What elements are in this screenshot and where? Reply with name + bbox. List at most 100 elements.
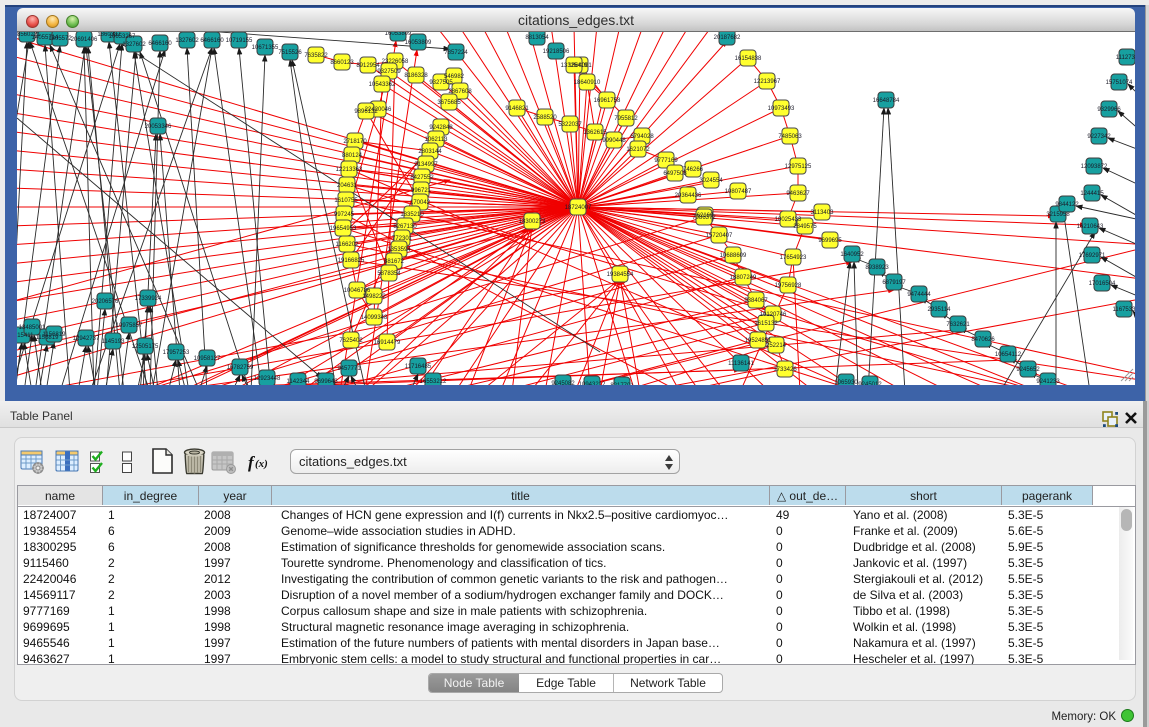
- svg-text:8470626: 8470626: [971, 337, 995, 343]
- svg-text:10543362: 10543362: [369, 82, 396, 88]
- svg-text:(x): (x): [255, 458, 268, 470]
- svg-text:3215958: 3215958: [1046, 212, 1070, 218]
- svg-text:772301: 772301: [392, 236, 413, 242]
- svg-text:7857224: 7857224: [444, 50, 468, 56]
- svg-text:11716485: 11716485: [405, 364, 432, 370]
- svg-text:1615132: 1615132: [754, 321, 778, 327]
- svg-text:9777169: 9777169: [654, 158, 678, 164]
- svg-text:23226058: 23226058: [382, 59, 409, 65]
- svg-text:16210643: 16210643: [1077, 224, 1104, 230]
- svg-text:9242848: 9242848: [429, 125, 453, 131]
- svg-text:2803144: 2803144: [418, 149, 442, 155]
- svg-text:10973493: 10973493: [768, 106, 795, 112]
- svg-text:8217701: 8217701: [610, 383, 634, 385]
- svg-text:17692971: 17692971: [1079, 253, 1106, 259]
- svg-text:19654953: 19654953: [330, 226, 357, 232]
- svg-text:19218506: 19218506: [543, 49, 570, 55]
- svg-text:6879197: 6879197: [882, 280, 906, 286]
- svg-text:3915411: 3915411: [17, 333, 34, 339]
- svg-text:17339924: 17339924: [135, 296, 162, 302]
- svg-text:1112733: 1112733: [1116, 55, 1135, 61]
- svg-text:880124: 880124: [342, 153, 363, 159]
- svg-text:6466160: 6466160: [148, 41, 172, 47]
- svg-text:8938923: 8938923: [865, 265, 889, 271]
- svg-text:1640952: 1640952: [840, 252, 864, 258]
- svg-text:9227342: 9227342: [1087, 134, 1111, 140]
- svg-text:1145193: 1145193: [102, 339, 126, 345]
- svg-text:8813054: 8813054: [525, 35, 549, 41]
- svg-text:18724007: 18724007: [565, 205, 592, 211]
- svg-text:1610755: 1610755: [334, 198, 358, 204]
- svg-text:10025433: 10025433: [775, 217, 802, 223]
- svg-text:1065930: 1065930: [834, 380, 858, 385]
- svg-text:19756928: 19756928: [775, 283, 802, 289]
- svg-text:1327602: 1327602: [175, 38, 199, 44]
- svg-text:9241233: 9241233: [1036, 379, 1060, 385]
- svg-text:19166825: 19166825: [338, 258, 365, 264]
- svg-text:12975125: 12975125: [785, 164, 812, 170]
- svg-text:1166202: 1166202: [336, 242, 360, 248]
- svg-text:18640910: 18640910: [574, 80, 601, 86]
- svg-text:17016504: 17016504: [1089, 281, 1116, 287]
- svg-text:10943212: 10943212: [579, 382, 606, 385]
- svg-text:9457771: 9457771: [337, 366, 361, 372]
- svg-text:7986372: 7986372: [692, 215, 716, 221]
- svg-text:10671355: 10671355: [252, 45, 279, 51]
- svg-text:10120746: 10120746: [760, 312, 787, 318]
- svg-text:2849575: 2849575: [793, 224, 817, 230]
- svg-text:5878354: 5878354: [377, 271, 401, 277]
- svg-text:15751074: 15751074: [1106, 80, 1133, 86]
- svg-text:12213967: 12213967: [754, 79, 781, 85]
- svg-text:1156819: 1156819: [43, 332, 67, 338]
- svg-text:1327602: 1327602: [122, 42, 146, 48]
- svg-text:6466160: 6466160: [200, 38, 224, 44]
- svg-text:10807487: 10807487: [725, 189, 752, 195]
- svg-text:2588520: 2588520: [533, 115, 557, 121]
- svg-text:1805572: 1805572: [48, 36, 72, 42]
- svg-text:9329966: 9329966: [1097, 107, 1121, 113]
- svg-text:10719155: 10719155: [226, 38, 253, 44]
- svg-text:10653267: 10653267: [109, 34, 136, 40]
- svg-text:20691406: 20691406: [71, 37, 98, 43]
- svg-text:8186328: 8186328: [404, 73, 428, 79]
- svg-text:546982: 546982: [444, 74, 465, 80]
- svg-text:10975857: 10975857: [116, 323, 143, 329]
- svg-text:1733426: 1733426: [773, 367, 797, 373]
- svg-text:20206576: 20206576: [92, 299, 119, 305]
- svg-text:16782759: 16782759: [227, 365, 254, 371]
- svg-text:9844122: 9844122: [1055, 202, 1079, 208]
- svg-text:9134997: 9134997: [414, 162, 438, 168]
- svg-text:14099348: 14099348: [361, 315, 388, 321]
- svg-text:9474444: 9474444: [907, 292, 931, 298]
- svg-text:9699695: 9699695: [818, 238, 842, 244]
- svg-text:15720407: 15720407: [706, 233, 733, 239]
- svg-text:2935114: 2935114: [928, 307, 952, 313]
- svg-text:12942737: 12942737: [73, 336, 100, 342]
- svg-text:2718170: 2718170: [343, 139, 367, 145]
- svg-text:9327509: 9327509: [377, 69, 401, 75]
- svg-text:20187682: 20187682: [714, 35, 741, 41]
- svg-text:5322037: 5322037: [558, 122, 582, 128]
- svg-text:204631: 204631: [337, 183, 358, 189]
- svg-text:1835210: 1835210: [400, 212, 424, 218]
- svg-text:6794028: 6794028: [630, 134, 654, 140]
- svg-text:9245652: 9245652: [1016, 367, 1040, 373]
- svg-text:10958127: 10958127: [194, 356, 221, 362]
- svg-text:11136141: 11136141: [728, 361, 754, 367]
- svg-text:7485063: 7485063: [778, 134, 802, 140]
- svg-text:996721: 996721: [411, 188, 432, 194]
- svg-text:18300273: 18300273: [519, 219, 546, 225]
- svg-text:7515526: 7515526: [278, 50, 302, 56]
- svg-text:12093872: 12093872: [1081, 164, 1108, 170]
- svg-text:12505175: 12505175: [132, 344, 159, 350]
- svg-text:13325419: 13325419: [561, 63, 588, 69]
- svg-text:8267130: 8267130: [393, 224, 417, 230]
- svg-text:9463627: 9463627: [786, 191, 810, 197]
- svg-text:9896132: 9896132: [354, 109, 378, 115]
- svg-text:170042: 170042: [410, 200, 431, 206]
- svg-text:746266: 746266: [683, 167, 704, 173]
- svg-text:9146821: 9146821: [505, 106, 529, 112]
- svg-text:13485001: 13485001: [19, 325, 46, 331]
- svg-text:7955812: 7955812: [614, 116, 638, 122]
- svg-text:9384067: 9384067: [744, 298, 768, 304]
